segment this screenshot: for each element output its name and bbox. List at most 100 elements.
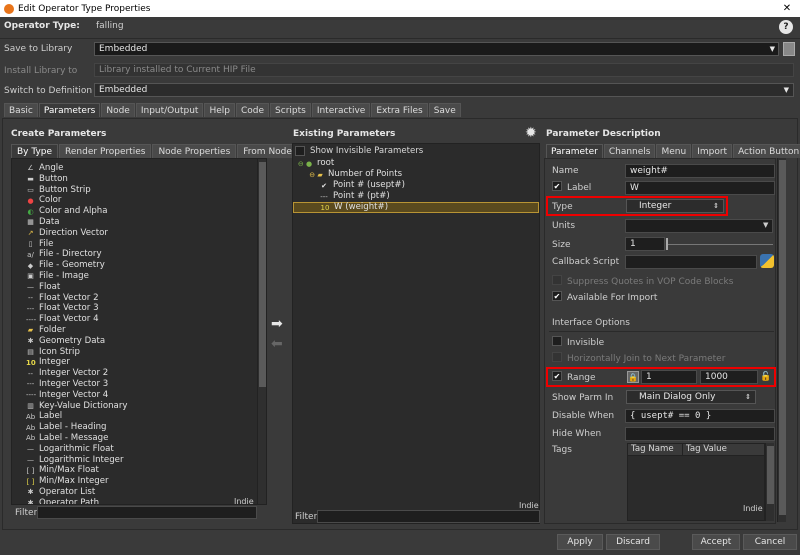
units-input[interactable] (625, 219, 773, 233)
size-slider-handle[interactable] (666, 238, 668, 250)
apply-button[interactable]: Apply (557, 534, 603, 550)
help-icon[interactable]: ? (779, 20, 793, 34)
list-item[interactable]: Ab Label - Heading (12, 422, 266, 433)
save-to-library-combo[interactable]: Embedded ▼ (94, 42, 779, 56)
scrollbar-thumb[interactable] (259, 162, 266, 387)
tab-interactive[interactable]: Interactive (311, 103, 371, 117)
create-list-scrollbar[interactable] (257, 159, 266, 504)
tab-save[interactable]: Save (428, 103, 461, 117)
create-tab-node-properties[interactable]: Node Properties (152, 144, 237, 158)
list-item[interactable]: ✱ Operator List (12, 487, 266, 498)
tab-parameters[interactable]: Parameters (38, 103, 101, 117)
available-checkbox[interactable]: ✔ (552, 291, 562, 301)
disable-when-input[interactable]: { usept# == 0 } (625, 409, 775, 423)
list-item[interactable]: ▥ Key-Value Dictionary (12, 401, 266, 412)
desc-tab-action-button[interactable]: Action Button (733, 144, 800, 158)
list-item[interactable]: ◐ Color and Alpha (12, 206, 266, 217)
list-item[interactable]: ▰ Folder (12, 325, 266, 336)
list-item[interactable]: a/File - Directory (12, 249, 266, 260)
list-item[interactable]: — Float (12, 282, 266, 293)
tree-item[interactable]: ⊖ ▰ Number of Points (293, 169, 539, 180)
tag-name-header[interactable]: Tag Name (628, 444, 683, 455)
tree-item[interactable]: --- Point # (pt#) (293, 191, 539, 202)
add-arrow-icon[interactable]: ➡ (271, 316, 283, 332)
list-item[interactable]: ▣ File - Image (12, 271, 266, 282)
desc-tab-menu[interactable]: Menu (656, 144, 692, 158)
desc-tab-import[interactable]: Import (692, 144, 733, 158)
callback-script-input[interactable] (625, 255, 757, 269)
desc-tab-channels[interactable]: Channels (603, 144, 656, 158)
list-item[interactable]: ✱ Operator Path (12, 498, 266, 504)
discard-button[interactable]: Discard (606, 534, 660, 550)
list-item[interactable]: ---- Integer Vector 4 (12, 390, 266, 401)
type-combo[interactable]: Integer ⇕ (626, 199, 724, 213)
tab-code[interactable]: Code (235, 103, 270, 117)
close-window-icon[interactable]: ✕ (774, 0, 800, 17)
existing-filter-input[interactable] (317, 510, 540, 523)
range-min-lock-icon[interactable]: 🔒 (627, 371, 639, 383)
tree-item[interactable]: 10 W (weight#) (293, 202, 539, 213)
existing-parameters-tree[interactable]: Show Invisible Parameters ⊖ ● root ⊖ ▰ Numb… (292, 143, 540, 524)
list-item[interactable]: ▦ Data (12, 217, 266, 228)
size-slider-track[interactable] (667, 244, 773, 245)
list-item[interactable]: ↗ Direction Vector (12, 228, 266, 239)
list-item[interactable]: -- Float Vector 2 (12, 293, 266, 304)
list-item[interactable]: -- Integer Vector 2 (12, 368, 266, 379)
python-icon[interactable] (760, 254, 774, 268)
invisible-checkbox[interactable] (552, 336, 562, 346)
list-item[interactable]: ∠ Angle (12, 163, 266, 174)
hide-when-input[interactable] (625, 427, 775, 441)
list-item[interactable]: ● Color (12, 195, 266, 206)
list-item[interactable]: ▤ Icon Strip (12, 347, 266, 358)
scrollbar-thumb[interactable] (767, 446, 774, 504)
range-max-input[interactable]: 1000 (700, 370, 758, 384)
file-chooser-icon[interactable] (783, 42, 795, 56)
list-item[interactable]: ▯ File (12, 239, 266, 250)
create-tab-by-type[interactable]: By Type (11, 144, 59, 158)
description-scrollbar[interactable] (777, 158, 786, 522)
list-item[interactable]: 10 Integer (12, 357, 266, 368)
list-item[interactable]: Ab Label (12, 411, 266, 422)
gear-icon[interactable]: ✹ (525, 125, 537, 141)
range-max-unlock-icon[interactable]: 🔓 (760, 371, 772, 383)
scrollbar-thumb[interactable] (779, 160, 786, 515)
range-min-input[interactable]: 1 (641, 370, 697, 384)
cancel-button[interactable]: Cancel (743, 534, 797, 550)
size-input[interactable]: 1 (625, 237, 665, 251)
tree-item[interactable]: ✔ Point # (usept#) (293, 180, 539, 191)
tab-scripts[interactable]: Scripts (270, 103, 311, 117)
show-parm-combo[interactable]: Main Dialog Only ⇕ (626, 390, 756, 404)
tab-node[interactable]: Node (101, 103, 135, 117)
list-item[interactable]: Ab Label - Message (12, 433, 266, 444)
list-item[interactable]: — Logarithmic Integer (12, 455, 266, 466)
range-checkbox[interactable]: ✔ (552, 371, 562, 381)
label-checkbox[interactable]: ✔ (552, 181, 562, 191)
list-item[interactable]: --- Integer Vector 3 (12, 379, 266, 390)
list-item[interactable]: [ ] Min/Max Float (12, 465, 266, 476)
switch-definition-combo[interactable]: Embedded ▼ (94, 83, 794, 97)
list-item[interactable]: ▬ Button (12, 174, 266, 185)
show-invisible-row[interactable]: Show Invisible Parameters (293, 145, 539, 157)
tab-help[interactable]: Help (204, 103, 235, 117)
remove-arrow-icon[interactable]: ⬅ (271, 336, 283, 352)
list-item[interactable]: — Logarithmic Float (12, 444, 266, 455)
tree-item[interactable]: ⊖ ● root (293, 158, 539, 169)
label-input[interactable]: W (625, 181, 775, 195)
desc-tab-parameter[interactable]: Parameter (546, 144, 603, 158)
list-item[interactable]: ▭ Button Strip (12, 185, 266, 196)
suppress-checkbox[interactable] (552, 275, 562, 285)
hjoin-checkbox[interactable] (552, 352, 562, 362)
tags-scrollbar[interactable] (765, 443, 774, 521)
tab-basic[interactable]: Basic (4, 103, 38, 117)
create-filter-input[interactable] (37, 506, 257, 519)
list-item[interactable]: --- Float Vector 3 (12, 303, 266, 314)
list-item[interactable]: ---- Float Vector 4 (12, 314, 266, 325)
accept-button[interactable]: Accept (692, 534, 740, 550)
tag-value-header[interactable]: Tag Value (683, 444, 727, 455)
show-invisible-checkbox[interactable] (295, 146, 305, 156)
parameter-type-list[interactable]: ∠ Angle ▬ Button ▭ Button Strip ● Color ◐ Color a… (11, 158, 267, 505)
list-item[interactable]: ◆ File - Geometry (12, 260, 266, 271)
create-tab-render-properties[interactable]: Render Properties (59, 144, 152, 158)
list-item[interactable]: [ ] Min/Max Integer (12, 476, 266, 487)
name-input[interactable]: weight# (625, 164, 775, 178)
